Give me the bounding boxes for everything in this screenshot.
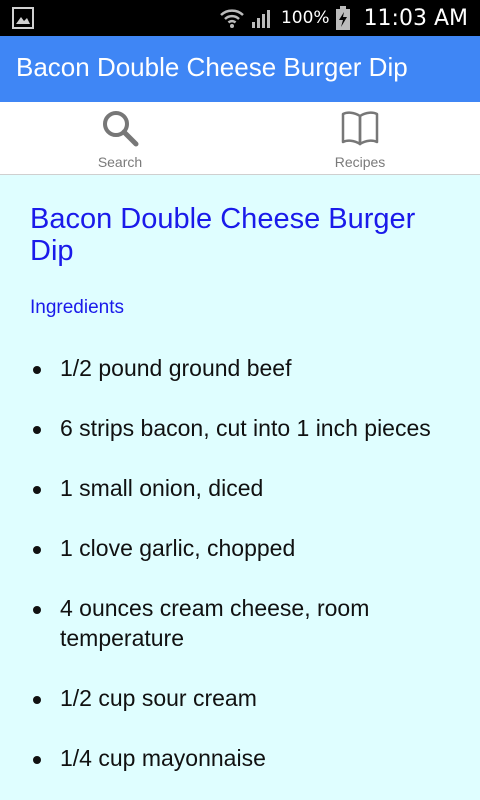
- bullet-icon: [33, 696, 41, 704]
- list-item: 4 ounces cream cheese, room temperature: [0, 593, 480, 653]
- ingredient-text: 1/2 cup sour cream: [60, 685, 257, 711]
- status-time: 11:03 AM: [363, 5, 468, 31]
- bullet-icon: [33, 606, 41, 614]
- app-bar: Bacon Double Cheese Burger Dip: [0, 36, 480, 102]
- app-title: Bacon Double Cheese Burger Dip: [16, 52, 408, 82]
- search-icon: [103, 111, 139, 147]
- ingredients-heading: Ingredients: [30, 297, 125, 318]
- list-item: 1/2 cup sour cream: [0, 683, 480, 713]
- tab-recipes[interactable]: Recipes: [240, 102, 480, 174]
- ingredient-text: 1 small onion, diced: [60, 475, 264, 501]
- bullet-icon: [33, 546, 41, 554]
- list-item: 1/2 pound ground beef: [0, 353, 480, 383]
- list-item: 6 strips bacon, cut into 1 inch pieces: [0, 413, 480, 443]
- tab-bar: Search Recipes: [0, 102, 480, 175]
- book-icon: [341, 111, 379, 146]
- ingredient-text: 1/4 cup mayonnaise: [60, 745, 266, 771]
- list-item: 1 clove garlic, chopped: [0, 533, 480, 563]
- tab-recipes-label: Recipes: [334, 154, 386, 170]
- ingredient-text: 1 clove garlic, chopped: [60, 535, 296, 561]
- battery-charging-icon: [335, 6, 350, 30]
- ingredient-text: 6 strips bacon, cut into 1 inch pieces: [60, 415, 431, 441]
- battery-percent: 100%: [280, 8, 330, 28]
- signal-icon: [251, 10, 270, 28]
- bullet-icon: [33, 426, 41, 434]
- list-item: 1 small onion, diced: [0, 473, 480, 503]
- bullet-icon: [33, 486, 41, 494]
- wifi-icon: [220, 9, 244, 28]
- recipe-title: Bacon Double Cheese Burger Dip: [30, 203, 416, 267]
- bullet-icon: [33, 366, 41, 374]
- bullet-icon: [33, 756, 41, 764]
- recipe-content[interactable]: Bacon Double Cheese Burger Dip Ingredien…: [0, 175, 480, 800]
- gallery-icon: [12, 7, 34, 29]
- tab-search-label: Search: [97, 154, 143, 170]
- status-bar: 100% 11:03 AM: [0, 0, 480, 36]
- ingredient-text: 4 ounces cream cheese, room temperature: [60, 595, 370, 651]
- ingredients-list: 1/2 pound ground beef 6 strips bacon, cu…: [0, 353, 480, 800]
- status-indicators: 100% 11:03 AM: [219, 0, 468, 36]
- list-item: 1/4 cup mayonnaise: [0, 743, 480, 773]
- ingredient-text: 1/2 pound ground beef: [60, 355, 292, 381]
- tab-search[interactable]: Search: [0, 102, 240, 174]
